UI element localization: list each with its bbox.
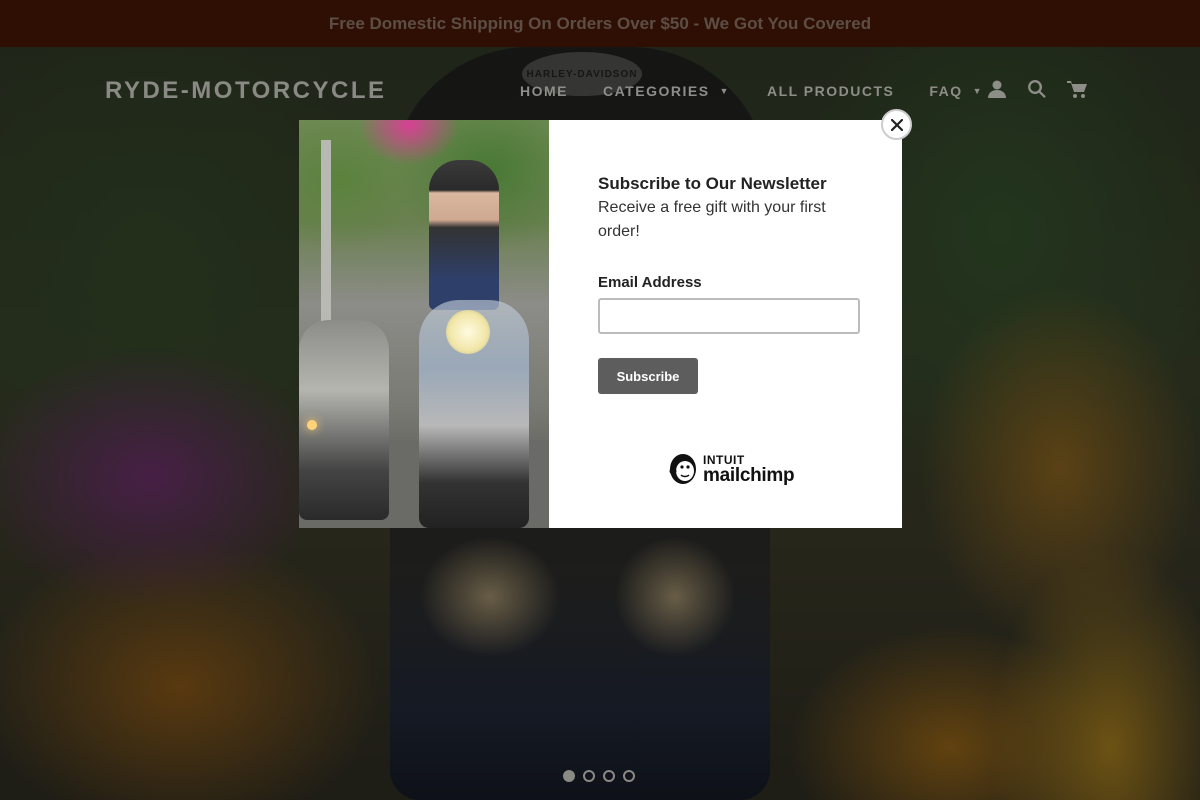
mailchimp-logo[interactable]: INTUIT mailchimp (667, 452, 795, 486)
cart-icon[interactable] (1066, 78, 1088, 100)
slide-dot[interactable] (583, 770, 595, 782)
search-icon[interactable] (1026, 78, 1048, 100)
nav-item-categories[interactable]: CATEGORIES ▼ (603, 83, 730, 99)
newsletter-modal: Subscribe to Our Newsletter Receive a fr… (299, 120, 902, 528)
mailchimp-freddie-icon (669, 454, 696, 484)
nav-item-label: FAQ (929, 83, 963, 99)
email-field[interactable] (598, 298, 860, 334)
site-logo[interactable]: RYDE-MOTORCYCLE (105, 77, 387, 105)
account-icon[interactable] (986, 78, 1008, 100)
modal-body: Subscribe to Our Newsletter Receive a fr… (549, 120, 902, 528)
nav-item-home[interactable]: HOME (520, 83, 568, 99)
main-nav: HOME CATEGORIES ▼ ALL PRODUCTS FAQ ▼ (520, 83, 983, 99)
mailchimp-brand: INTUIT (703, 452, 745, 467)
close-icon (890, 118, 903, 131)
chevron-down-icon: ▼ (719, 86, 730, 96)
email-field-label: Email Address (598, 274, 702, 291)
modal-photo-motorcycle-riders (299, 120, 549, 528)
nav-item-label: HOME (520, 83, 568, 99)
nav-item-all-products[interactable]: ALL PRODUCTS (767, 83, 894, 99)
slide-dot[interactable] (603, 770, 615, 782)
slideshow-dots (563, 770, 635, 782)
slide-dot[interactable] (623, 770, 635, 782)
mailchimp-name: mailchimp (703, 464, 795, 486)
modal-close-button[interactable] (881, 109, 912, 140)
modal-title: Subscribe to Our Newsletter (598, 174, 827, 193)
chevron-down-icon: ▼ (972, 86, 984, 96)
modal-subtitle: Receive a free gift with your first orde… (598, 199, 826, 240)
nav-item-label: CATEGORIES (603, 83, 710, 99)
header-icons (986, 78, 1088, 100)
subscribe-button[interactable]: Subscribe (598, 358, 698, 394)
nav-item-label: ALL PRODUCTS (766, 83, 895, 99)
slide-dot[interactable] (563, 770, 575, 782)
nav-item-faq[interactable]: FAQ ▼ (929, 83, 983, 99)
